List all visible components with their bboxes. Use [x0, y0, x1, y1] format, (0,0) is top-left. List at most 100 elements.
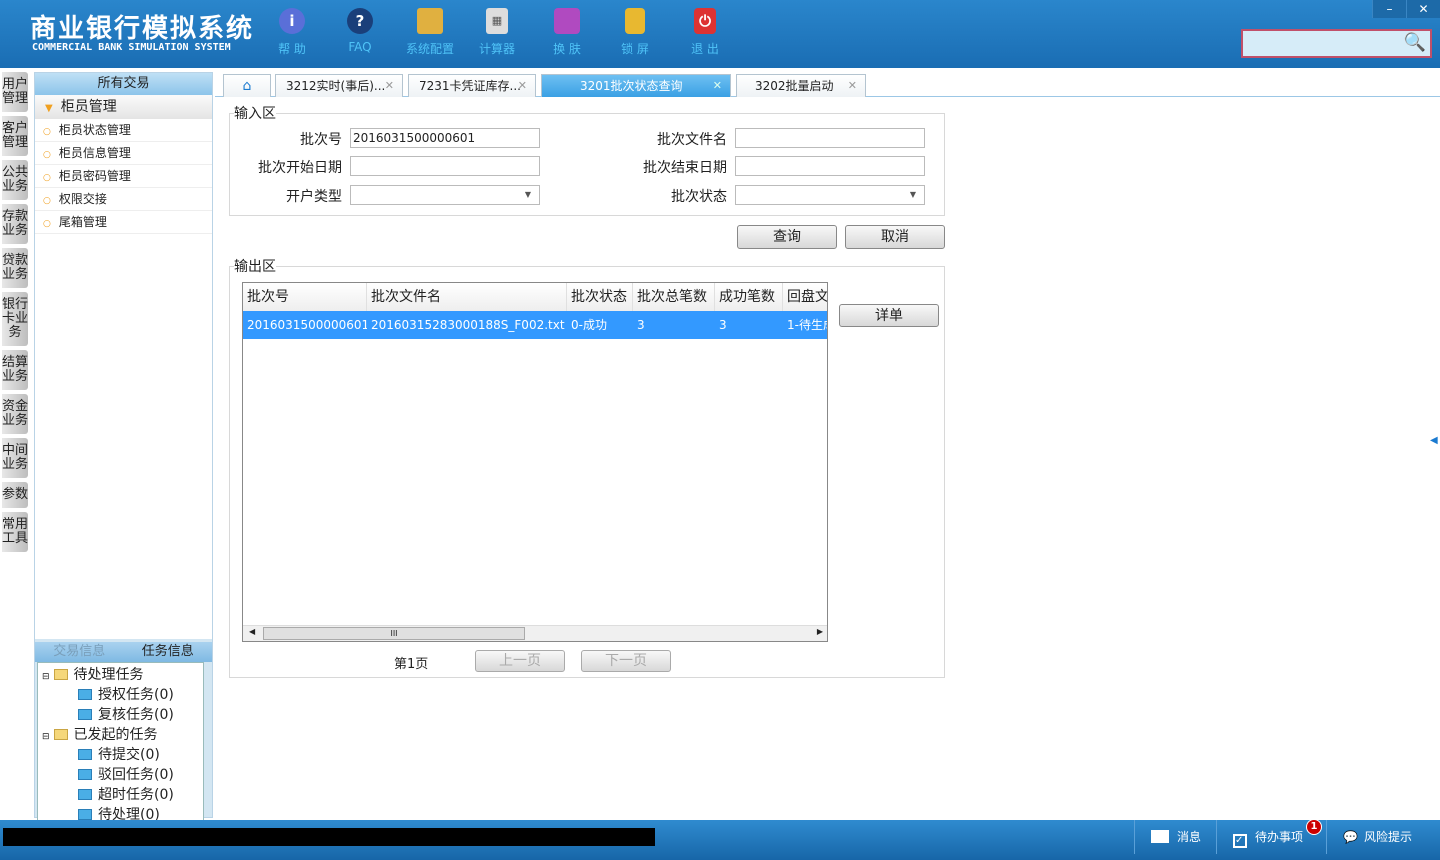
- tree-item[interactable]: 待提交(0): [42, 745, 199, 765]
- column-header[interactable]: 批次总笔数: [633, 283, 715, 311]
- exit-button[interactable]: ⏻ 退 出: [675, 8, 735, 57]
- calculator-button[interactable]: ▦ 计算器: [467, 8, 527, 57]
- tree-item[interactable]: 驳回任务(0): [42, 765, 199, 785]
- close-tab-icon[interactable]: ✕: [518, 75, 527, 97]
- grid-header: 批次号 批次文件名 批次状态 批次总笔数 成功笔数 回盘文: [243, 283, 827, 311]
- tree-item[interactable]: 复核任务(0): [42, 705, 199, 725]
- sidebar-item[interactable]: ○ 尾箱管理: [35, 211, 212, 234]
- sidebar-item-label: 尾箱管理: [58, 215, 107, 229]
- module-nav-item[interactable]: 存款业务: [2, 204, 28, 244]
- tool-label: FAQ: [348, 40, 372, 54]
- scroll-right-icon[interactable]: ▶: [817, 627, 823, 636]
- sidebar-item[interactable]: ○ 权限交接: [35, 188, 212, 211]
- module-nav-item[interactable]: 常用工具: [2, 512, 28, 552]
- sidebar-item[interactable]: ○ 柜员密码管理: [35, 165, 212, 188]
- table-cell: 1-待生成: [787, 318, 827, 332]
- module-nav-item[interactable]: 中间业务: [2, 438, 28, 478]
- batch-status-select[interactable]: ▼: [735, 185, 925, 205]
- next-page-button[interactable]: 下一页: [581, 650, 671, 672]
- task-tree: ⊟ 待处理任务授权任务(0) 复核任务(0) ⊟ 已发起的任务待提交(0) 驳回任务(0)…: [37, 662, 204, 830]
- tab-label: 7231卡凭证库存...: [419, 79, 521, 93]
- lock-screen-button[interactable]: 锁 屏: [605, 8, 665, 57]
- system-config-button[interactable]: 系统配置: [400, 8, 460, 57]
- tree-item[interactable]: 授权任务(0): [42, 685, 199, 705]
- batch-no-input[interactable]: 2016031500000601: [350, 128, 540, 148]
- todo-button[interactable]: ✓ 待办事项 1: [1216, 819, 1324, 854]
- risk-alert-button[interactable]: 💬 风险提示: [1326, 820, 1440, 854]
- tab-home[interactable]: ⌂: [223, 74, 271, 97]
- risk-label: 风险提示: [1363, 830, 1412, 844]
- horizontal-scrollbar[interactable]: ◀ III ▶: [243, 625, 827, 641]
- tab-3202[interactable]: 3202批量启动 ✕: [736, 74, 866, 97]
- sidebar: 所有交易 ▼ 柜员管理 ○ 柜员状态管理 ○ 柜员信息管理 ○ 柜员密码管理 ○ 权限交接 ○ 尾箱…: [34, 72, 213, 830]
- tree-item-label: 待提交(0): [98, 747, 160, 763]
- open-type-select[interactable]: ▼: [350, 185, 540, 205]
- sidebar-item[interactable]: ○ 柜员信息管理: [35, 142, 212, 165]
- tab-7231[interactable]: 7231卡凭证库存... ✕: [408, 74, 536, 97]
- column-header[interactable]: 批次状态: [567, 283, 633, 311]
- cancel-button[interactable]: 取消: [845, 225, 945, 249]
- table-cell: 3: [719, 318, 727, 332]
- module-nav-item[interactable]: 用户管理: [2, 72, 28, 112]
- detail-button[interactable]: 详单: [839, 304, 939, 327]
- folder-icon: [78, 689, 92, 700]
- tab-3201[interactable]: 3201批次状态查询 ✕: [541, 74, 731, 97]
- collapse-icon[interactable]: ⊟: [42, 672, 50, 682]
- close-button[interactable]: ✕: [1406, 0, 1440, 18]
- faq-button[interactable]: ? FAQ: [330, 8, 390, 54]
- table-row[interactable]: 2016031500000601 20160315283000188S_F002.…: [243, 311, 827, 339]
- search-input[interactable]: 🔍: [1241, 29, 1432, 58]
- module-nav-item[interactable]: 资金业务: [2, 394, 28, 434]
- tree-item-label: 复核任务(0): [98, 707, 174, 723]
- table-cell: 0-成功: [571, 318, 607, 332]
- column-header[interactable]: 回盘文: [783, 283, 827, 311]
- collapse-panel-icon[interactable]: ◀: [1430, 435, 1438, 446]
- end-date-input[interactable]: [735, 156, 925, 176]
- module-nav-item[interactable]: 银行卡业务: [2, 292, 28, 346]
- question-icon: ?: [347, 8, 373, 34]
- tree-folder[interactable]: ⊟ 待处理任务: [42, 665, 199, 685]
- envelope-icon: [1151, 830, 1169, 843]
- table-cell: 3: [637, 318, 645, 332]
- tab-transaction-info[interactable]: 交易信息: [35, 642, 124, 662]
- minimize-button[interactable]: –: [1372, 0, 1406, 18]
- tree-folder[interactable]: ⊟ 已发起的任务: [42, 725, 199, 745]
- tab-label: 3202批量启动: [755, 79, 834, 93]
- open-type-label: 开户类型: [286, 189, 342, 205]
- folder-icon: [78, 709, 92, 720]
- sidebar-item[interactable]: ○ 柜员状态管理: [35, 119, 212, 142]
- tab-3212[interactable]: 3212实时(事后)... ✕: [275, 74, 403, 97]
- column-header[interactable]: 批次文件名: [367, 283, 567, 311]
- folder-icon: [53, 729, 68, 740]
- module-nav-item[interactable]: 参数: [2, 482, 28, 508]
- tab-label: 3212实时(事后)...: [286, 79, 386, 93]
- tree-folder-label: 待处理任务: [73, 667, 144, 683]
- help-button[interactable]: i 帮 助: [262, 8, 322, 57]
- module-nav-item[interactable]: 客户管理: [2, 116, 28, 156]
- status-bar: 消息 ✓ 待办事项 1 💬 风险提示: [0, 819, 1440, 860]
- scrollbar-thumb[interactable]: III: [263, 627, 525, 640]
- search-icon[interactable]: 🔍: [1404, 32, 1426, 53]
- toolbox-icon: [417, 8, 443, 34]
- status-label: 批次状态: [671, 189, 727, 205]
- module-nav-item[interactable]: 结算业务: [2, 350, 28, 390]
- file-name-input[interactable]: [735, 128, 925, 148]
- messages-button[interactable]: 消息: [1134, 820, 1214, 854]
- tab-task-info[interactable]: 任务信息: [123, 642, 212, 662]
- all-transactions-header[interactable]: 所有交易: [35, 73, 212, 95]
- skin-button[interactable]: 换 肤: [537, 8, 597, 57]
- close-tab-icon[interactable]: ✕: [848, 75, 857, 97]
- close-tab-icon[interactable]: ✕: [713, 75, 722, 97]
- column-header[interactable]: 成功笔数: [715, 283, 783, 311]
- teller-management-group[interactable]: ▼ 柜员管理: [35, 95, 212, 119]
- scroll-left-icon[interactable]: ◀: [249, 627, 255, 636]
- collapse-icon[interactable]: ⊟: [42, 732, 50, 742]
- prev-page-button[interactable]: 上一页: [475, 650, 565, 672]
- tree-item[interactable]: 超时任务(0): [42, 785, 199, 805]
- query-button[interactable]: 查询: [737, 225, 837, 249]
- close-tab-icon[interactable]: ✕: [385, 75, 394, 97]
- column-header[interactable]: 批次号: [243, 283, 367, 311]
- start-date-input[interactable]: [350, 156, 540, 176]
- module-nav-item[interactable]: 公共业务: [2, 160, 28, 200]
- module-nav-item[interactable]: 贷款业务: [2, 248, 28, 288]
